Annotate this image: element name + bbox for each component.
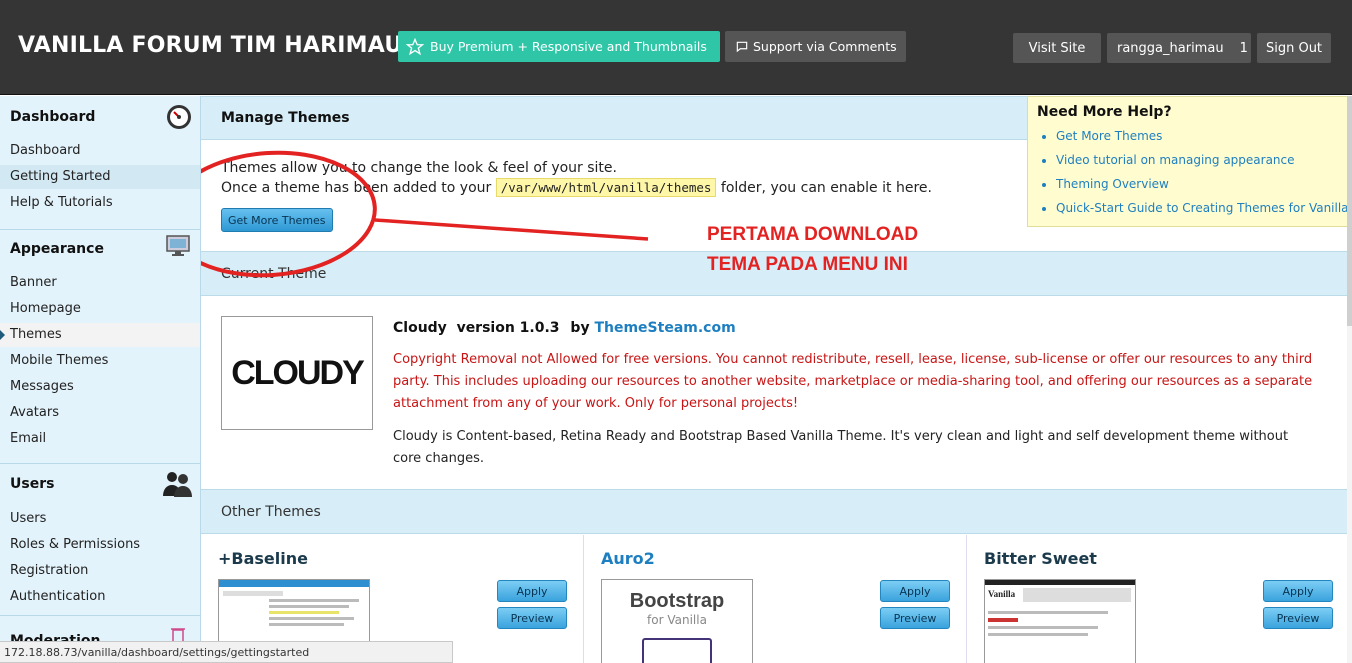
sidebar: Dashboard Dashboard Getting Started Help…: [0, 96, 201, 663]
preview-button[interactable]: Preview: [1263, 607, 1333, 629]
sidebar-item-mobile-themes[interactable]: Mobile Themes: [0, 349, 200, 373]
help-links: Get More Themes Video tutorial on managi…: [1056, 129, 1349, 225]
annotation-line: [374, 218, 649, 241]
help-link-theming-overview[interactable]: Theming Overview: [1056, 177, 1349, 201]
site-title[interactable]: VANILLA FORUM TIM HARIMAU: [18, 33, 402, 58]
current-theme-by: by: [570, 320, 590, 336]
support-label: Support via Comments: [753, 39, 897, 54]
sidebar-item-messages[interactable]: Messages: [0, 375, 200, 399]
annotation-ellipse: [201, 150, 377, 278]
users-icon: [160, 470, 194, 502]
sign-out-button[interactable]: Sign Out: [1257, 33, 1331, 63]
current-theme-description: Cloudy is Content-based, Retina Ready an…: [393, 429, 1289, 466]
theme-card-auro2: Auro2 Bootstrap for Vanilla Apply Previe…: [584, 535, 967, 663]
main-content: Manage Themes Themes allow you to change…: [201, 96, 1352, 663]
cloudy-logo: CLOUDY: [231, 353, 365, 392]
scrollbar-thumb[interactable]: [1347, 96, 1352, 326]
username: rangga_harimau: [1117, 40, 1224, 56]
browser-status-bar: 172.18.88.73/vanilla/dashboard/settings/…: [0, 641, 453, 663]
gauge-icon: [166, 104, 192, 134]
notification-count: 1: [1239, 40, 1248, 56]
theme-name: +Baseline: [218, 549, 308, 568]
help-box: Need More Help? Get More Themes Video tu…: [1027, 96, 1352, 227]
help-link-video-tutorial[interactable]: Video tutorial on managing appearance: [1056, 153, 1349, 177]
help-link-quick-start[interactable]: Quick-Start Guide to Creating Themes for…: [1056, 201, 1349, 225]
sidebar-item-avatars[interactable]: Avatars: [0, 401, 200, 425]
help-link-get-more-themes[interactable]: Get More Themes: [1056, 129, 1349, 153]
sidebar-item-users[interactable]: Users: [0, 507, 200, 531]
current-theme-copyright-notice: Copyright Removal not Allowed for free v…: [393, 352, 1313, 411]
sidebar-group-title: Dashboard: [10, 109, 96, 125]
sidebar-group-title: Users: [10, 476, 55, 492]
sidebar-item-email[interactable]: Email: [0, 427, 200, 451]
current-theme-name: Cloudy: [393, 320, 447, 336]
thumb-bootstrap-title: Bootstrap: [629, 590, 725, 612]
preview-button[interactable]: Preview: [880, 607, 950, 629]
theme-card-bitter-sweet: Bitter Sweet Vanilla Apply Preview: [967, 535, 1350, 663]
sidebar-item-banner[interactable]: Banner: [0, 271, 200, 295]
apply-button[interactable]: Apply: [1263, 580, 1333, 602]
theme-name[interactable]: Auro2: [601, 549, 655, 568]
preview-button[interactable]: Preview: [497, 607, 567, 629]
sidebar-group-appearance: Appearance Banner Homepage Themes Mobile…: [0, 230, 200, 463]
sidebar-item-homepage[interactable]: Homepage: [0, 297, 200, 321]
thumb-bootstrap-sub: for Vanilla: [647, 613, 707, 627]
sidebar-group-users: Users Users Roles & Permissions Registra…: [0, 464, 200, 614]
sidebar-item-authentication[interactable]: Authentication: [0, 585, 200, 609]
visit-site-button[interactable]: Visit Site: [1013, 33, 1101, 63]
sidebar-item-roles-permissions[interactable]: Roles & Permissions: [0, 533, 200, 557]
theme-thumbnail-bitter-sweet: Vanilla: [984, 579, 1136, 663]
star-icon: [406, 37, 424, 56]
apply-button[interactable]: Apply: [880, 580, 950, 602]
buy-premium-label: Buy Premium + Responsive and Thumbnails: [430, 39, 707, 54]
theme-name: Bitter Sweet: [984, 549, 1097, 568]
theme-thumbnail-auro2: Bootstrap for Vanilla: [601, 579, 753, 663]
user-menu-button[interactable]: rangga_harimau 1: [1107, 33, 1251, 63]
buy-premium-button[interactable]: Buy Premium + Responsive and Thumbnails: [398, 31, 720, 62]
monitor-icon: [164, 232, 192, 264]
current-theme-version: version 1.0.3: [456, 320, 560, 336]
annotation-ellipse-overlay: [201, 150, 649, 278]
current-theme-author-link[interactable]: ThemeSteam.com: [594, 320, 735, 336]
current-theme-thumbnail: CLOUDY: [221, 316, 373, 430]
top-header: VANILLA FORUM TIM HARIMAU Buy Premium + …: [0, 0, 1352, 95]
comment-icon: [735, 40, 749, 54]
sidebar-group-title: Appearance: [10, 241, 104, 257]
other-themes-header: Other Themes: [201, 489, 1352, 534]
help-box-title: Need More Help?: [1037, 104, 1172, 120]
sidebar-item-registration[interactable]: Registration: [0, 559, 200, 583]
current-theme-title: Cloudy version 1.0.3 by ThemeSteam.com: [393, 320, 736, 336]
sidebar-group-dashboard: Dashboard Dashboard Getting Started Help…: [0, 96, 200, 230]
apply-button[interactable]: Apply: [497, 580, 567, 602]
page-scrollbar[interactable]: [1347, 96, 1352, 663]
sidebar-item-help-tutorials[interactable]: Help & Tutorials: [0, 191, 200, 215]
sidebar-item-themes[interactable]: Themes: [0, 323, 200, 347]
sidebar-item-getting-started[interactable]: Getting Started: [0, 165, 200, 189]
sidebar-item-dashboard[interactable]: Dashboard: [0, 139, 200, 163]
support-comments-button[interactable]: Support via Comments: [725, 31, 906, 62]
